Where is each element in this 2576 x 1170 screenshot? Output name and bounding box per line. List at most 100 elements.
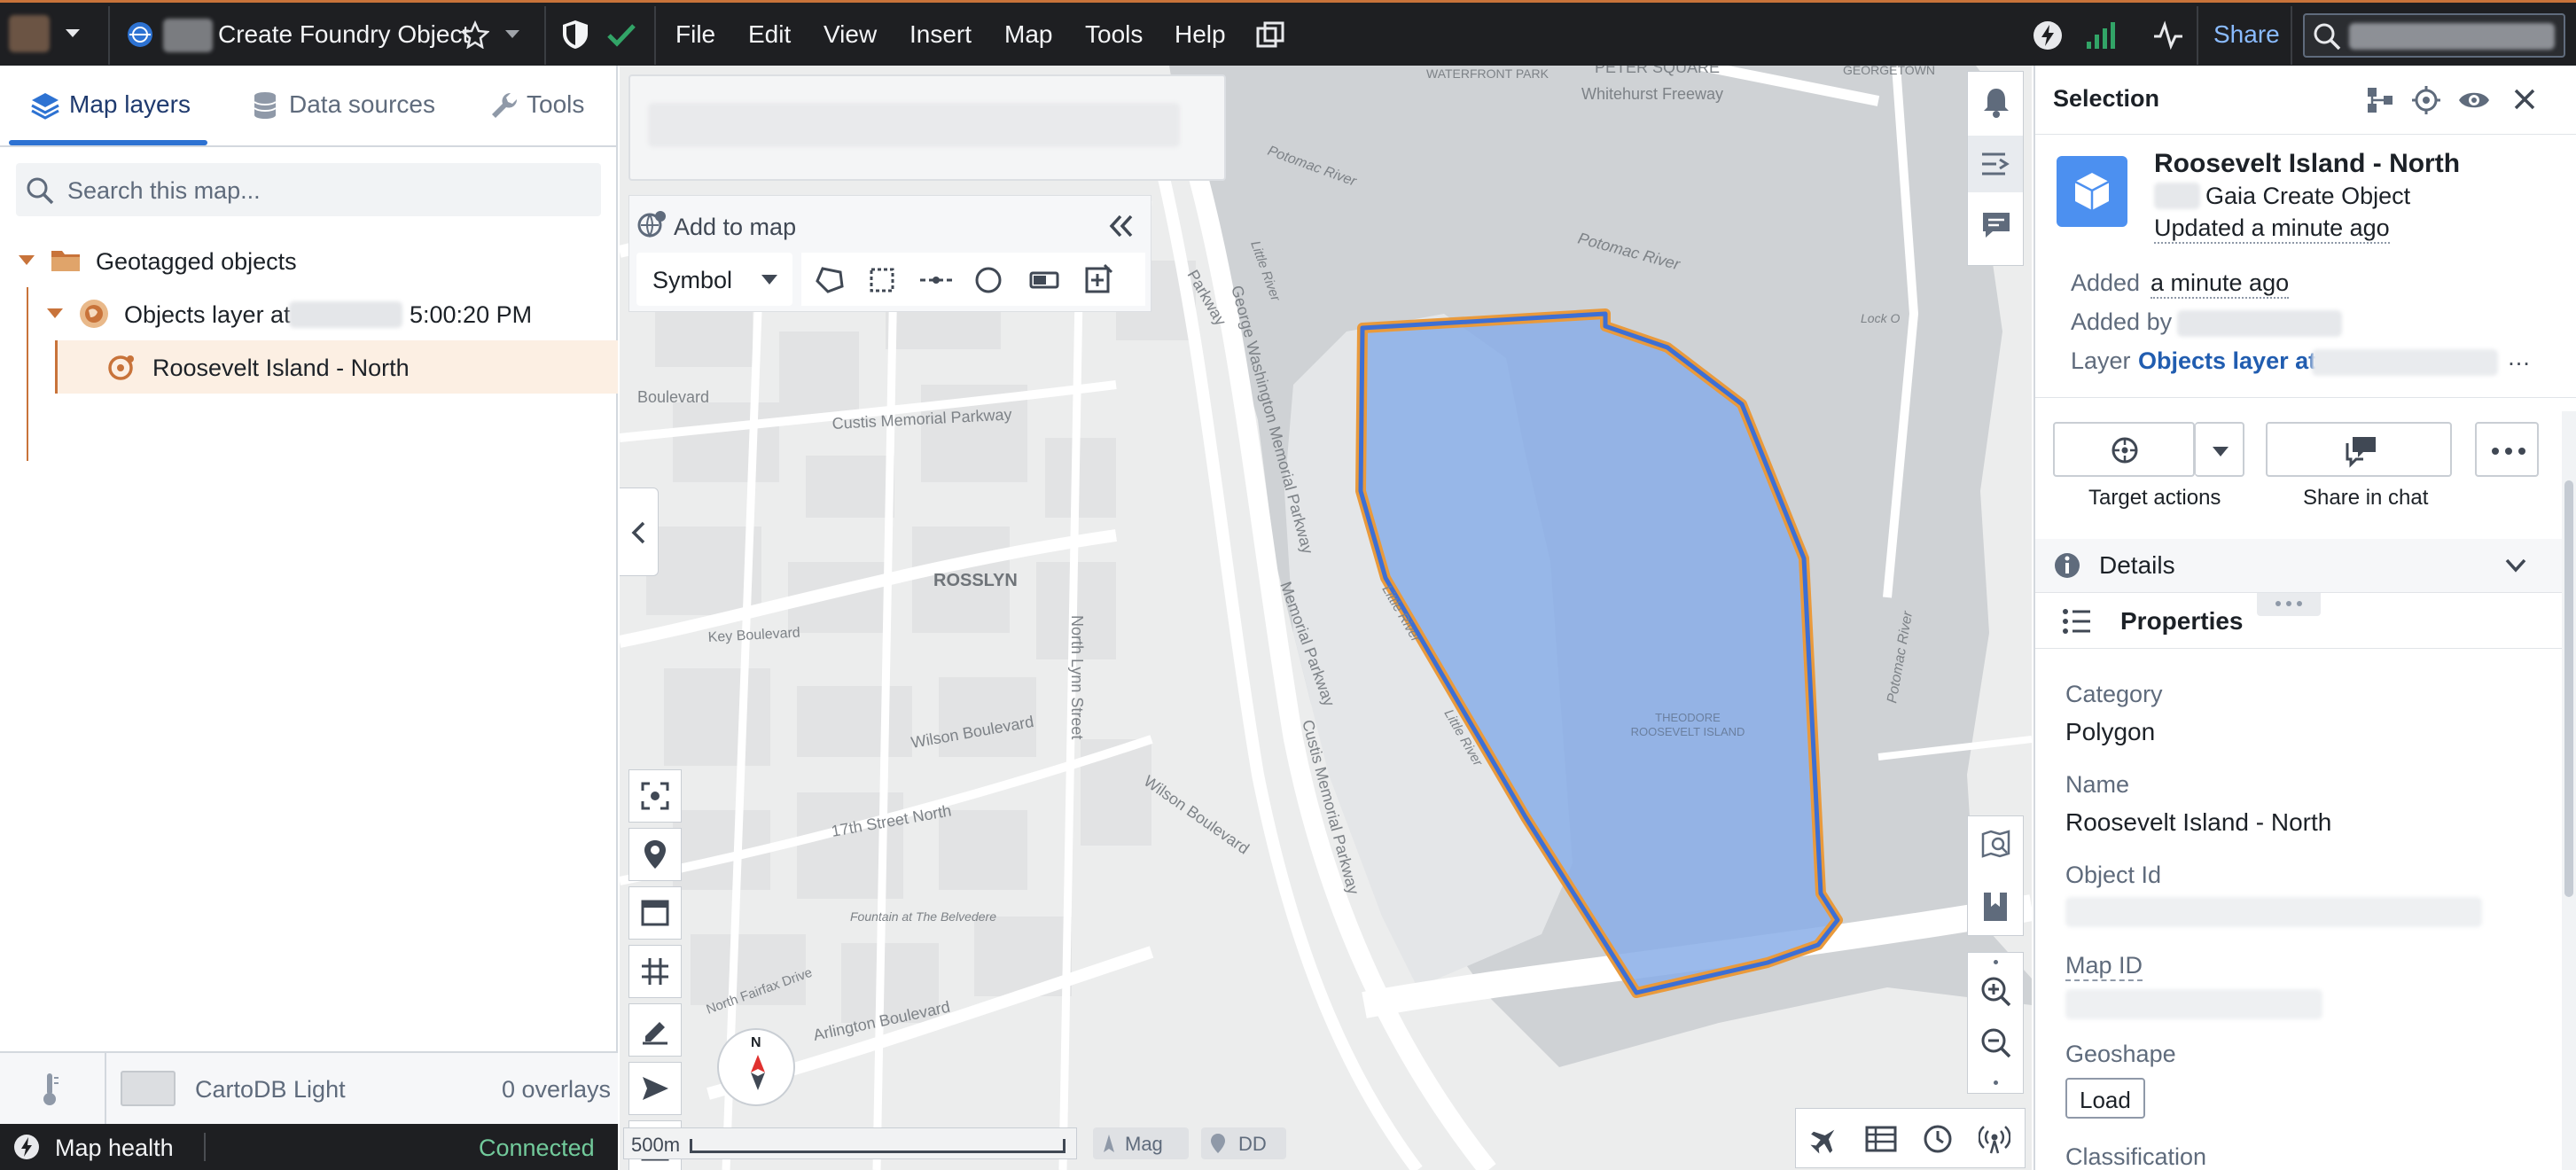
document-title[interactable]: Create Foundry Object: [218, 20, 469, 49]
active-tab-indicator: [9, 140, 207, 145]
zoom-out-icon[interactable]: [1980, 1027, 2012, 1059]
map-label-peter-square: PETER SQUARE: [1595, 66, 1720, 76]
category-value: Polygon: [2065, 718, 2156, 745]
scrollbar-track[interactable]: [2562, 411, 2576, 1170]
window-icon[interactable]: [1255, 20, 1285, 51]
locate-icon[interactable]: [2411, 85, 2441, 115]
magnetic-toggle[interactable]: Mag: [1093, 1127, 1189, 1159]
scrollbar-thumb[interactable]: [2564, 480, 2573, 897]
properties-tab[interactable]: Properties: [2035, 592, 2562, 649]
add-pin-button[interactable]: [628, 828, 682, 881]
star-icon[interactable]: [461, 20, 489, 49]
connection-status: Connected: [479, 1135, 595, 1161]
target-actions-dropdown[interactable]: [2195, 422, 2244, 477]
share-in-chat-label: Share in chat: [2303, 486, 2429, 510]
details-section-header[interactable]: Details: [2035, 539, 2562, 592]
more-actions-button[interactable]: [2475, 422, 2539, 477]
clock-icon[interactable]: [1922, 1123, 1954, 1155]
menu-map[interactable]: Map: [1004, 20, 1052, 49]
coordinate-format-toggle[interactable]: DD: [1201, 1127, 1286, 1159]
zoom-in-icon[interactable]: [1980, 976, 2012, 1008]
menu-view[interactable]: View: [824, 20, 877, 49]
map-label-island: THEODORE ROOSEVELT ISLAND: [1630, 711, 1745, 738]
timeline-button[interactable]: [1968, 136, 2023, 192]
map-canvas[interactable]: PETER SQUARE Whitehurst Freeway WATERFRO…: [620, 66, 2032, 1170]
map-health-label[interactable]: Map health: [55, 1135, 174, 1162]
thermometer-button[interactable]: [0, 1053, 106, 1124]
lightning-icon[interactable]: [2032, 20, 2064, 51]
rectangle-draw-icon[interactable]: [867, 265, 897, 295]
fit-bounds-button[interactable]: [628, 769, 682, 823]
menu-file[interactable]: File: [675, 20, 715, 49]
globe-add-icon: [637, 211, 666, 238]
tab-data-sources[interactable]: Data sources: [245, 66, 436, 147]
basemap-thumbnail[interactable]: [121, 1071, 176, 1106]
magnet-icon: [1104, 1135, 1114, 1152]
compass-button[interactable]: N: [717, 1028, 795, 1106]
tree-layer-objects[interactable]: Objects layer at 5:00:20 PM: [0, 287, 618, 340]
more-horizontal-icon: [2275, 601, 2302, 606]
app-logo[interactable]: [9, 15, 50, 52]
selection-title[interactable]: Roosevelt Island - North: [2154, 149, 2460, 179]
tab-map-layers[interactable]: Map layers: [9, 66, 207, 147]
map-tools-vertical: [628, 769, 683, 1170]
search-map-input[interactable]: Search this map...: [16, 163, 601, 216]
circle-draw-icon[interactable]: [973, 265, 1003, 295]
eye-icon[interactable]: [2457, 87, 2491, 113]
share-in-chat-button[interactable]: [2266, 422, 2452, 477]
add-to-map-label[interactable]: Add to map: [674, 214, 796, 241]
map-health-bar: Map health Connected: [0, 1124, 618, 1170]
target-actions-button[interactable]: [2053, 422, 2195, 477]
share-button[interactable]: Share: [2213, 20, 2280, 49]
compass-north-label: N: [751, 1035, 761, 1050]
bell-icon[interactable]: [1982, 86, 2010, 118]
collapse-left-panel-button[interactable]: [620, 488, 659, 576]
basemap-name[interactable]: CartoDB Light: [195, 1076, 346, 1104]
send-button[interactable]: [628, 1062, 682, 1115]
double-chevron-left-icon[interactable]: [1108, 214, 1135, 238]
tab-tools[interactable]: Tools: [486, 66, 610, 147]
layer-link[interactable]: Objects layer at: [2138, 347, 2316, 375]
comments-icon[interactable]: [1980, 210, 2012, 242]
object-id-value: [2065, 897, 2482, 927]
chevron-down-icon[interactable]: [503, 28, 521, 41]
tree-object-roosevelt[interactable]: Roosevelt Island - North: [55, 340, 618, 394]
map-title-card[interactable]: [628, 74, 1226, 181]
added-by-value: [2177, 310, 2342, 337]
geoshape-load-button[interactable]: Load: [2065, 1078, 2145, 1119]
frame-button[interactable]: [628, 886, 682, 940]
draw-button[interactable]: [628, 1003, 682, 1057]
label-draw-icon[interactable]: [1028, 265, 1060, 295]
grid-button[interactable]: [628, 945, 682, 998]
search-icon: [27, 177, 54, 205]
map-label-key: Key Boulevard: [707, 626, 800, 645]
chevron-down-icon[interactable]: [46, 308, 64, 320]
add-annotation-icon[interactable]: [1083, 263, 1115, 295]
table-icon[interactable]: [1865, 1125, 1897, 1153]
global-search-input[interactable]: [2303, 13, 2565, 58]
airplane-icon[interactable]: [1808, 1124, 1840, 1156]
menu-help[interactable]: Help: [1175, 20, 1226, 49]
menu-edit[interactable]: Edit: [748, 20, 791, 49]
hierarchy-icon[interactable]: [2365, 85, 2395, 115]
broadcast-icon[interactable]: [1979, 1123, 2010, 1155]
resize-handle[interactable]: [2257, 593, 2321, 616]
symbol-dropdown[interactable]: Symbol: [636, 253, 792, 306]
left-tabs: Map layers Data sources Tools: [0, 66, 618, 147]
tree-group-geotagged[interactable]: Geotagged objects: [0, 234, 618, 287]
list-icon: [2063, 609, 2090, 634]
chevron-down-icon[interactable]: [64, 27, 82, 40]
polygon-draw-icon[interactable]: [814, 265, 846, 295]
map-search-icon[interactable]: [1980, 829, 2012, 861]
close-icon[interactable]: [2512, 87, 2537, 112]
activity-icon[interactable]: [2152, 20, 2184, 51]
chevron-down-icon[interactable]: [18, 254, 35, 267]
line-draw-icon[interactable]: [918, 265, 954, 295]
overlays-count[interactable]: 0 overlays: [502, 1076, 611, 1104]
tree-group-label: Geotagged objects: [96, 248, 297, 275]
menu-tools[interactable]: Tools: [1085, 20, 1143, 49]
menu-insert[interactable]: Insert: [909, 20, 972, 49]
bookmark-book-icon[interactable]: [1980, 889, 2012, 924]
selection-subtitle: Gaia Create Object: [2205, 183, 2411, 209]
shield-icon[interactable]: [560, 19, 590, 51]
